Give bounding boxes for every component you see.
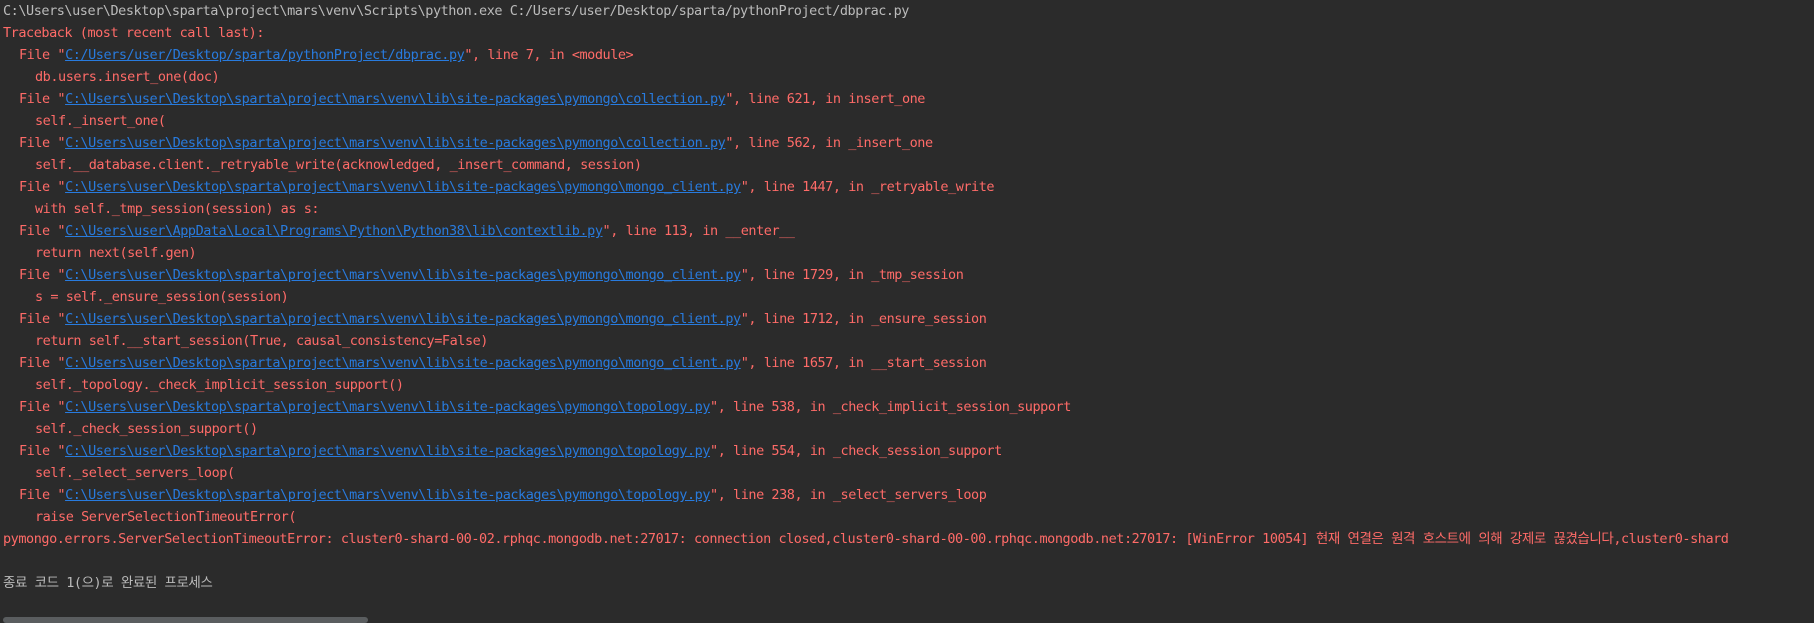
traceback-code-line: db.users.insert_one(doc) xyxy=(35,69,220,85)
file-path-link[interactable]: C:\Users\user\Desktop\sparta\project\mar… xyxy=(65,267,741,283)
traceback-frame-line: File "C:\Users\user\Desktop\sparta\proje… xyxy=(19,355,987,371)
traceback-code-line: raise ServerSelectionTimeoutError( xyxy=(35,509,297,525)
traceback-frame-line: File "C:\Users\user\Desktop\sparta\proje… xyxy=(19,399,1071,415)
traceback-code-line: self._select_servers_loop( xyxy=(35,465,235,481)
traceback-code-line: s = self._ensure_session(session) xyxy=(35,289,289,305)
run-console-output[interactable]: C:\Users\user\Desktop\sparta\project\mar… xyxy=(0,0,1814,623)
process-exit-message: 종료 코드 1(으)로 완료된 프로세스 xyxy=(3,575,213,591)
traceback-frame-line: File "C:\Users\user\Desktop\sparta\proje… xyxy=(19,135,933,151)
scrollbar-thumb[interactable] xyxy=(3,617,368,623)
file-path-link[interactable]: C:\Users\user\Desktop\sparta\project\mar… xyxy=(65,355,741,371)
file-path-link[interactable]: C:\Users\user\Desktop\sparta\project\mar… xyxy=(65,91,726,107)
traceback-frame-line: File "C:\Users\user\Desktop\sparta\proje… xyxy=(19,179,995,195)
file-path-link[interactable]: C:\Users\user\Desktop\sparta\project\mar… xyxy=(65,135,726,151)
error-message: pymongo.errors.ServerSelectionTimeoutErr… xyxy=(3,531,1729,547)
traceback-code-line: self._check_session_support() xyxy=(35,421,258,437)
traceback-frame-line: File "C:\Users\user\Desktop\sparta\proje… xyxy=(19,443,1002,459)
horizontal-scrollbar[interactable] xyxy=(0,615,1814,623)
traceback-code-line: self._insert_one( xyxy=(35,113,166,129)
file-path-link[interactable]: C:\Users\user\Desktop\sparta\project\mar… xyxy=(65,443,710,459)
traceback-code-line: return self.__start_session(True, causal… xyxy=(35,333,488,349)
traceback-code-line: self._topology._check_implicit_session_s… xyxy=(35,377,404,393)
traceback-frame-line: File "C:\Users\user\Desktop\sparta\proje… xyxy=(19,311,987,327)
traceback-header: Traceback (most recent call last): xyxy=(3,25,265,41)
traceback-code-line: return next(self.gen) xyxy=(35,245,197,261)
traceback-code-line: self.__database.client._retryable_write(… xyxy=(35,157,642,173)
file-path-link[interactable]: C:\Users\user\Desktop\sparta\project\mar… xyxy=(65,179,741,195)
traceback-frame-line: File "C:\Users\user\Desktop\sparta\proje… xyxy=(19,487,987,503)
file-path-link[interactable]: C:/Users/user/Desktop/sparta/pythonProje… xyxy=(65,47,465,63)
traceback-frame-line: File "C:\Users\user\Desktop\sparta\proje… xyxy=(19,267,964,283)
traceback-frame-line: File "C:\Users\user\Desktop\sparta\proje… xyxy=(19,91,925,107)
file-path-link[interactable]: C:\Users\user\Desktop\sparta\project\mar… xyxy=(65,399,710,415)
traceback-code-line: with self._tmp_session(session) as s: xyxy=(35,201,320,217)
command-line: C:\Users\user\Desktop\sparta\project\mar… xyxy=(3,3,909,19)
file-path-link[interactable]: C:\Users\user\AppData\Local\Programs\Pyt… xyxy=(65,223,603,239)
file-path-link[interactable]: C:\Users\user\Desktop\sparta\project\mar… xyxy=(65,487,710,503)
traceback-frame-line: File "C:\Users\user\AppData\Local\Progra… xyxy=(19,223,795,239)
file-path-link[interactable]: C:\Users\user\Desktop\sparta\project\mar… xyxy=(65,311,741,327)
traceback-frame-line: File "C:/Users/user/Desktop/sparta/pytho… xyxy=(19,47,634,63)
console-lines: C:\Users\user\Desktop\sparta\project\mar… xyxy=(3,0,1729,594)
